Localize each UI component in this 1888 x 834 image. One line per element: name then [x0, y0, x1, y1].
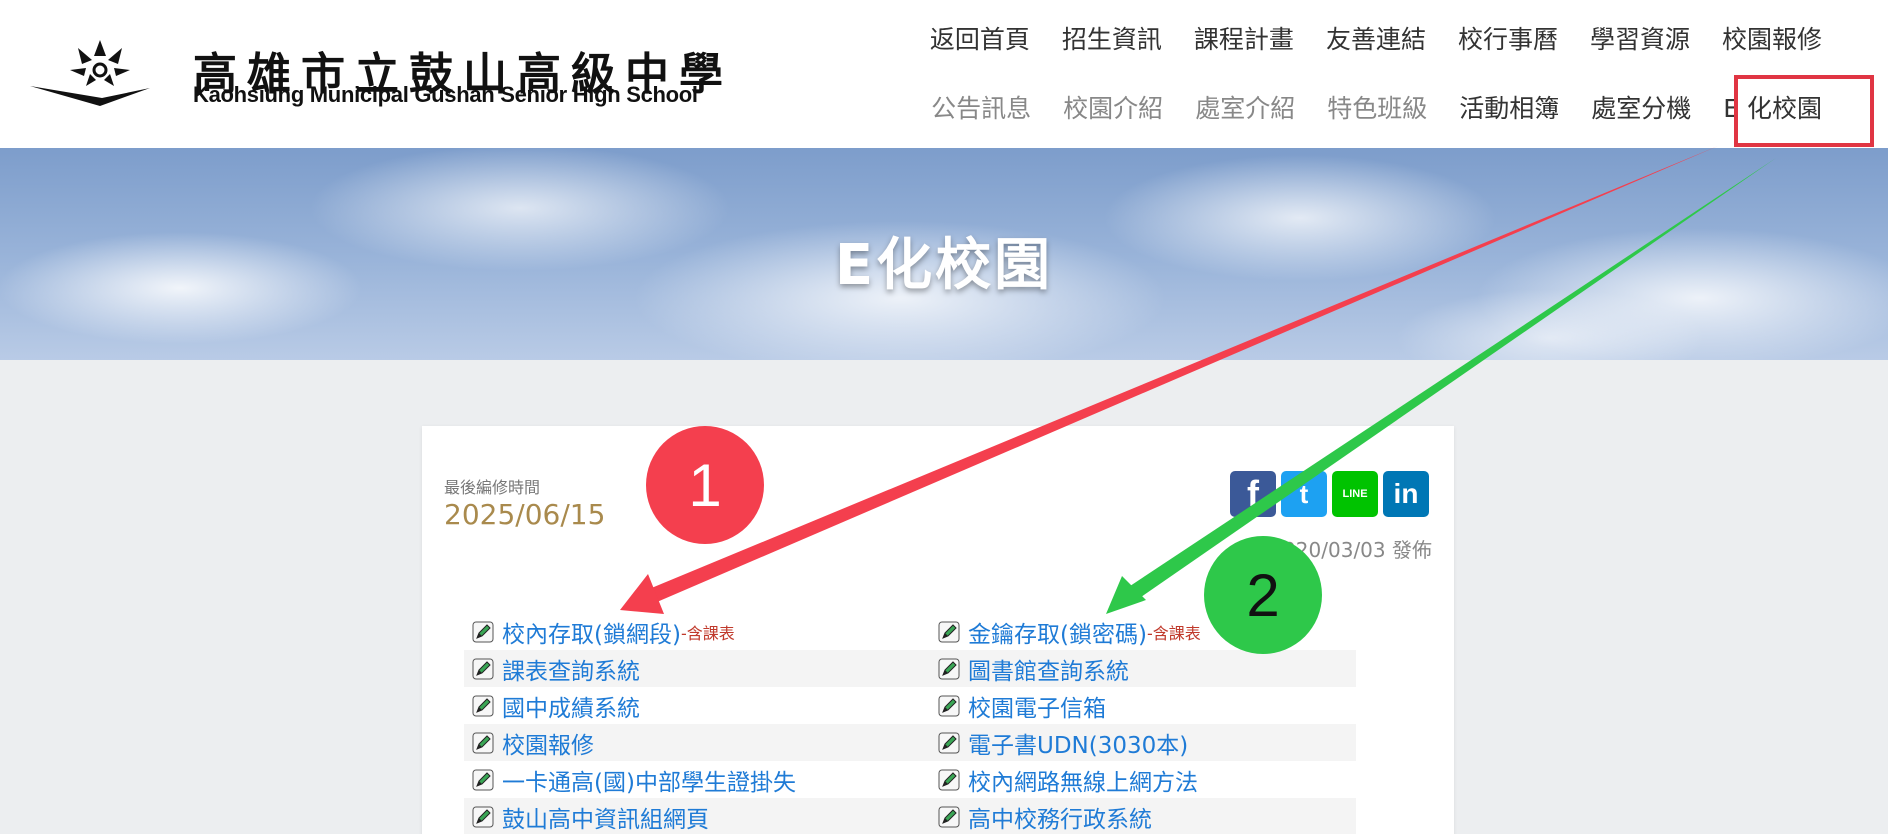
school-name-english: Kaohsiung Municipal Gushan Senior High S…: [193, 82, 698, 107]
list-item: 一卡通高(國)中部學生證掛失: [464, 763, 930, 797]
link-campus-repair[interactable]: 校園報修: [502, 726, 594, 760]
nav-offices-intro[interactable]: 處室介紹: [1179, 89, 1311, 129]
list-item: 校內網路無線上網方法: [930, 763, 1356, 797]
edit-pencil-icon: [472, 769, 494, 790]
nav-school-calendar[interactable]: 校行事曆: [1442, 20, 1574, 60]
nav-admissions[interactable]: 招生資訊: [1046, 20, 1178, 60]
link-school-admin-system[interactable]: 高中校務行政系統: [968, 800, 1152, 834]
site-header: 高雄市立鼓山高級中學 Kaohsiung Municipal Gushan Se…: [0, 0, 1888, 148]
link-junior-grades[interactable]: 國中成績系統: [502, 689, 640, 723]
main-nav-top: 返回首頁 招生資訊 課程計畫 友善連結 校行事曆 學習資源 校園報修: [914, 20, 1838, 60]
edit-pencil-icon: [472, 806, 494, 827]
edit-pencil-icon: [938, 621, 960, 642]
page-title: E化校園: [834, 233, 1054, 298]
list-item: 課表查詢系統: [464, 652, 930, 686]
nav-campus-intro[interactable]: 校園介紹: [1047, 89, 1179, 129]
link-key-access-password[interactable]: 金鑰存取(鎖密碼): [968, 615, 1147, 649]
page-banner: E化校園: [0, 148, 1888, 360]
nav-campus-repair[interactable]: 校園報修: [1706, 20, 1838, 60]
list-item: 圖書館查詢系統: [930, 652, 1356, 686]
edit-pencil-icon: [938, 769, 960, 790]
edit-pencil-icon: [938, 695, 960, 716]
edit-pencil-icon: [938, 658, 960, 679]
list-item: 校園電子信箱: [930, 689, 1356, 723]
last-edited-date: 2025/06/15: [444, 498, 606, 531]
facebook-share-icon[interactable]: f: [1230, 471, 1276, 517]
nav-friendly-links[interactable]: 友善連結: [1310, 20, 1442, 60]
edit-pencil-icon: [472, 732, 494, 753]
link-it-section-website[interactable]: 鼓山高中資訊組網頁: [502, 800, 709, 834]
link-timetable-query[interactable]: 課表查詢系統: [502, 652, 640, 686]
nav-photo-albums[interactable]: 活動相簿: [1443, 89, 1575, 129]
edit-pencil-icon: [938, 806, 960, 827]
link-campus-email[interactable]: 校園電子信箱: [968, 689, 1106, 723]
main-nav-bottom: 公告訊息 校園介紹 處室介紹 特色班級 活動相簿 處室分機 E 化校園: [915, 89, 1838, 129]
link-row: 課表查詢系統 圖書館查詢系統: [464, 650, 1356, 687]
annotation-badge-2: 2: [1204, 536, 1322, 654]
list-item: 高中校務行政系統: [930, 800, 1356, 834]
annotation-badge-1: 1: [646, 426, 764, 544]
edit-pencil-icon: [938, 732, 960, 753]
linkedin-share-icon[interactable]: in: [1383, 471, 1429, 517]
link-note: -含課表: [680, 623, 735, 643]
link-note: -含課表: [1146, 623, 1201, 643]
edit-pencil-icon: [472, 658, 494, 679]
school-logo[interactable]: 高雄市立鼓山高級中學 Kaohsiung Municipal Gushan Se…: [30, 34, 723, 114]
link-row: 鼓山高中資訊組網頁 高中校務行政系統: [464, 798, 1356, 834]
nav-curriculum[interactable]: 課程計畫: [1178, 20, 1310, 60]
e-campus-link-list: 校內存取(鎖網段) -含課表 金鑰存取(鎖密碼) -含課表 課表查詢系統 圖書館查詢…: [464, 613, 1356, 834]
list-item: 電子書UDN(3030本): [930, 726, 1356, 760]
line-share-icon[interactable]: LINE: [1332, 471, 1378, 517]
link-library-query[interactable]: 圖書館查詢系統: [968, 652, 1129, 686]
link-row: 一卡通高(國)中部學生證掛失 校內網路無線上網方法: [464, 761, 1356, 798]
list-item: 校內存取(鎖網段) -含課表: [464, 615, 930, 649]
last-edited-label: 最後編修時間: [444, 478, 541, 497]
nav-office-extensions[interactable]: 處室分機: [1575, 89, 1707, 129]
nav-home[interactable]: 返回首頁: [914, 20, 1046, 60]
edit-pencil-icon: [472, 695, 494, 716]
nav-e-campus-highlight-box: [1734, 75, 1874, 147]
list-item: 校園報修: [464, 726, 930, 760]
social-share-bar: f t LINE in: [1230, 471, 1429, 517]
list-item: 鼓山高中資訊組網頁: [464, 800, 930, 834]
link-student-card-loss[interactable]: 一卡通高(國)中部學生證掛失: [502, 763, 796, 797]
nav-learning-resources[interactable]: 學習資源: [1574, 20, 1706, 60]
link-row: 校園報修 電子書UDN(3030本): [464, 724, 1356, 761]
nav-announcements[interactable]: 公告訊息: [915, 89, 1047, 129]
link-wireless-network-guide[interactable]: 校內網路無線上網方法: [968, 763, 1198, 797]
nav-special-classes[interactable]: 特色班級: [1311, 89, 1443, 129]
twitter-share-icon[interactable]: t: [1281, 471, 1327, 517]
edit-pencil-icon: [472, 621, 494, 642]
link-campus-access-ip[interactable]: 校內存取(鎖網段): [502, 615, 681, 649]
link-ebook-udn[interactable]: 電子書UDN(3030本): [968, 726, 1188, 760]
list-item: 國中成績系統: [464, 689, 930, 723]
school-emblem-icon: [30, 40, 150, 106]
link-row: 國中成績系統 校園電子信箱: [464, 687, 1356, 724]
